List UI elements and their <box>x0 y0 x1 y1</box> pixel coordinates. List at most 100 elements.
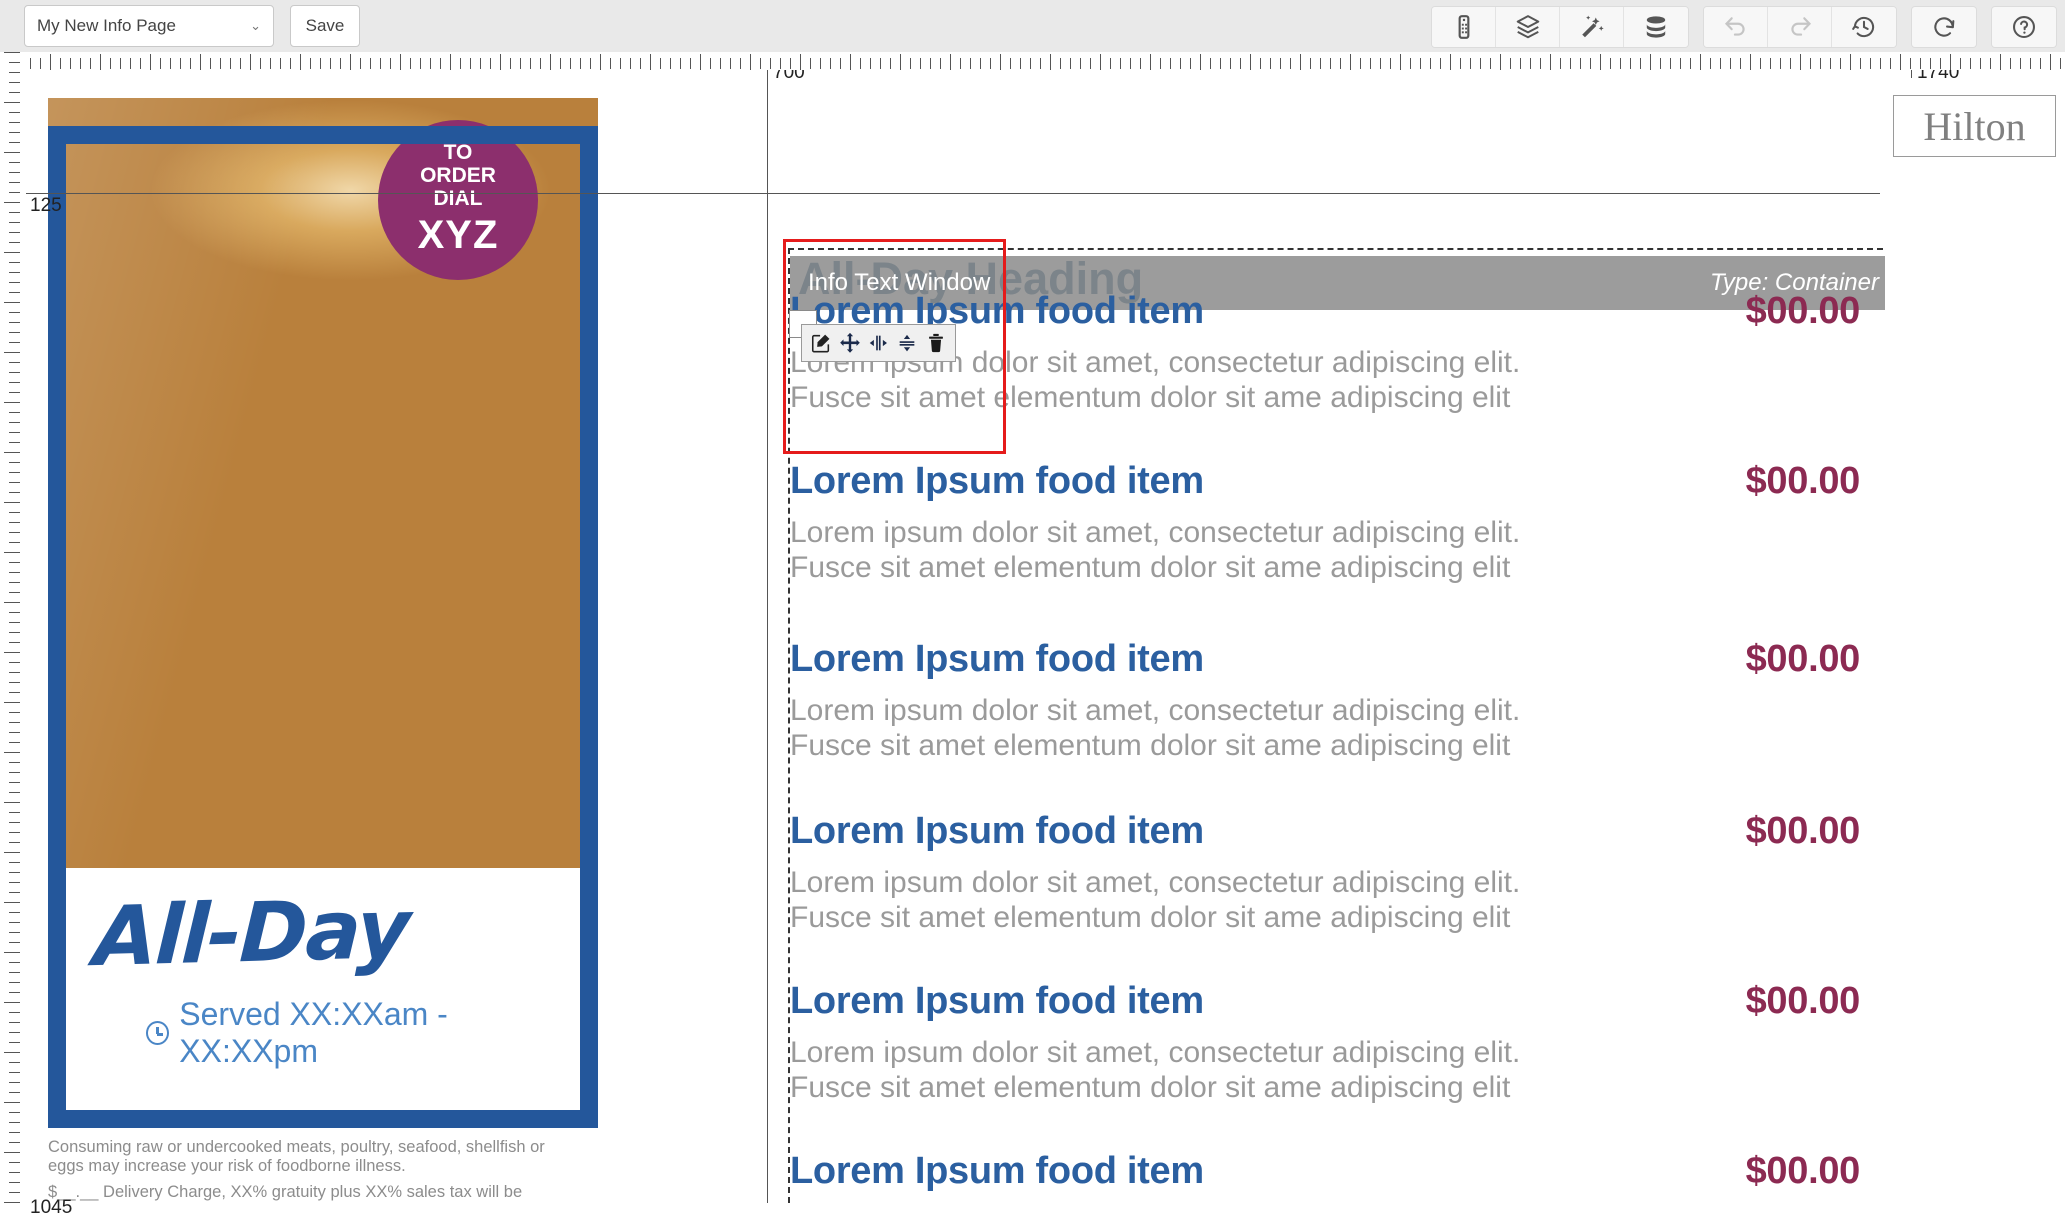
redo-icon[interactable] <box>1768 7 1832 47</box>
delete-icon[interactable] <box>925 332 947 354</box>
save-button[interactable]: Save <box>290 5 360 47</box>
ruler-tick <box>680 58 681 69</box>
reload-icon[interactable] <box>1912 7 1976 47</box>
horizontal-align-icon[interactable] <box>867 332 889 354</box>
ruler-tick <box>9 642 20 643</box>
menu-item[interactable]: Lorem Ipsum food item $00.00 Lorem ipsum d… <box>790 810 1885 936</box>
menu-item[interactable]: Lorem Ipsum food item $00.00 Lorem ipsum d… <box>790 638 1885 764</box>
ruler-tick <box>9 732 20 733</box>
ruler-tick <box>40 58 41 69</box>
ruler-tick <box>9 612 20 613</box>
edit-icon[interactable] <box>810 332 832 354</box>
ruler-tick <box>9 162 20 163</box>
move-icon[interactable] <box>839 332 861 354</box>
ruler-tick <box>1510 58 1511 69</box>
help-icon[interactable] <box>1992 7 2056 47</box>
ruler-tick <box>1760 58 1761 69</box>
ruler-tick <box>140 58 141 69</box>
ruler-tick <box>890 58 891 69</box>
ruler-tick <box>210 58 211 69</box>
poster-artboard[interactable]: TO ORDER DIAL XYZ All-Day Served XX:XXam… <box>48 98 598 1128</box>
menu-item-price: $00.00 <box>1745 290 1861 332</box>
ruler-tick <box>9 1092 20 1093</box>
ruler-tick <box>1370 58 1371 69</box>
ruler-tick <box>9 922 20 923</box>
ruler-label: 1045 <box>30 1197 73 1218</box>
element-action-toolbar[interactable] <box>801 324 956 362</box>
ruler-tick <box>260 58 261 69</box>
ruler-tick <box>9 1192 20 1193</box>
ruler-tick <box>4 252 20 253</box>
menu-item-description: Lorem ipsum dolor sit amet, consectetur … <box>790 865 1885 936</box>
ruler-tick <box>9 812 20 813</box>
ruler-tick <box>9 1172 20 1173</box>
database-icon[interactable] <box>1624 7 1688 47</box>
ruler-tick <box>410 58 411 69</box>
disclaimer-line-1: Consuming raw or undercooked meats, poul… <box>48 1138 545 1176</box>
ruler-top[interactable] <box>0 52 2065 70</box>
ruler-tick <box>220 58 221 69</box>
ruler-tick <box>30 58 31 69</box>
design-canvas[interactable]: TO ORDER DIAL XYZ All-Day Served XX:XXam… <box>26 70 2065 1203</box>
ruler-tick <box>100 54 101 70</box>
ruler-tick <box>690 58 691 69</box>
ruler-tick <box>900 54 901 70</box>
ruler-tick <box>9 822 20 823</box>
ruler-tick <box>270 58 271 69</box>
ruler-tick <box>760 58 761 69</box>
menu-item[interactable]: Lorem Ipsum food item $00.00 <box>790 1150 1885 1193</box>
ruler-tick <box>1670 58 1671 69</box>
ruler-tick <box>1550 54 1551 70</box>
ruler-tick <box>2000 54 2001 70</box>
undo-icon[interactable] <box>1704 7 1768 47</box>
ruler-tick <box>1500 54 1501 70</box>
ruler-tick <box>800 54 801 70</box>
ruler-tick <box>780 58 781 69</box>
ruler-tick <box>9 592 20 593</box>
ruler-tick <box>9 312 20 313</box>
ruler-tick <box>1310 58 1311 69</box>
ruler-tick <box>1400 54 1401 70</box>
ruler-tick <box>9 782 20 783</box>
ruler-tick <box>4 1002 20 1003</box>
poster-blue-frame <box>48 126 598 1128</box>
ruler-tick <box>930 58 931 69</box>
ruler-tick <box>1070 58 1071 69</box>
ruler-tick <box>1360 58 1361 69</box>
ruler-tick <box>110 58 111 69</box>
menu-item-price: $00.00 <box>1745 980 1861 1022</box>
history-clock-icon[interactable] <box>1832 7 1896 47</box>
ruler-tick <box>530 58 531 69</box>
ruler-tick <box>1800 54 1801 70</box>
ruler-tick <box>9 1022 20 1023</box>
ruler-tick <box>1690 58 1691 69</box>
ruler-tick <box>1320 58 1321 69</box>
ruler-tick <box>4 1152 20 1153</box>
ruler-tick <box>1260 58 1261 69</box>
menu-item-price: $00.00 <box>1745 810 1861 852</box>
ruler-tick <box>1950 54 1951 70</box>
ruler-tick <box>2060 58 2061 69</box>
ruler-tick <box>190 58 191 69</box>
ruler-tick <box>9 632 20 633</box>
page-selector[interactable]: My New Info Page ⌄ <box>24 5 274 47</box>
magic-wand-icon[interactable] <box>1560 7 1624 47</box>
menu-item[interactable]: Lorem Ipsum food item $00.00 Lorem ipsum d… <box>790 980 1885 1106</box>
ruler-tick <box>9 472 20 473</box>
ruler-tick <box>9 542 20 543</box>
ruler-tick <box>9 532 20 533</box>
ruler-tick <box>9 392 20 393</box>
ruler-tick <box>540 58 541 69</box>
remote-icon[interactable] <box>1432 7 1496 47</box>
guide-line-horizontal <box>26 193 1880 194</box>
toolbar-right-groups: Tools History <box>1431 0 2065 52</box>
ruler-tick <box>9 282 20 283</box>
ruler-left[interactable] <box>0 52 26 1203</box>
ruler-tick <box>1520 58 1521 69</box>
ruler-tick <box>1130 58 1131 69</box>
menu-item[interactable]: Lorem Ipsum food item $00.00 Lorem ipsum d… <box>790 460 1885 586</box>
menu-item-description-line-2: Fusce sit amet elementum dolor sit ame a… <box>790 1071 1511 1105</box>
menu-item-description: Lorem ipsum dolor sit amet, consectetur … <box>790 515 1885 586</box>
vertical-align-icon[interactable] <box>896 332 918 354</box>
layers-icon[interactable] <box>1496 7 1560 47</box>
